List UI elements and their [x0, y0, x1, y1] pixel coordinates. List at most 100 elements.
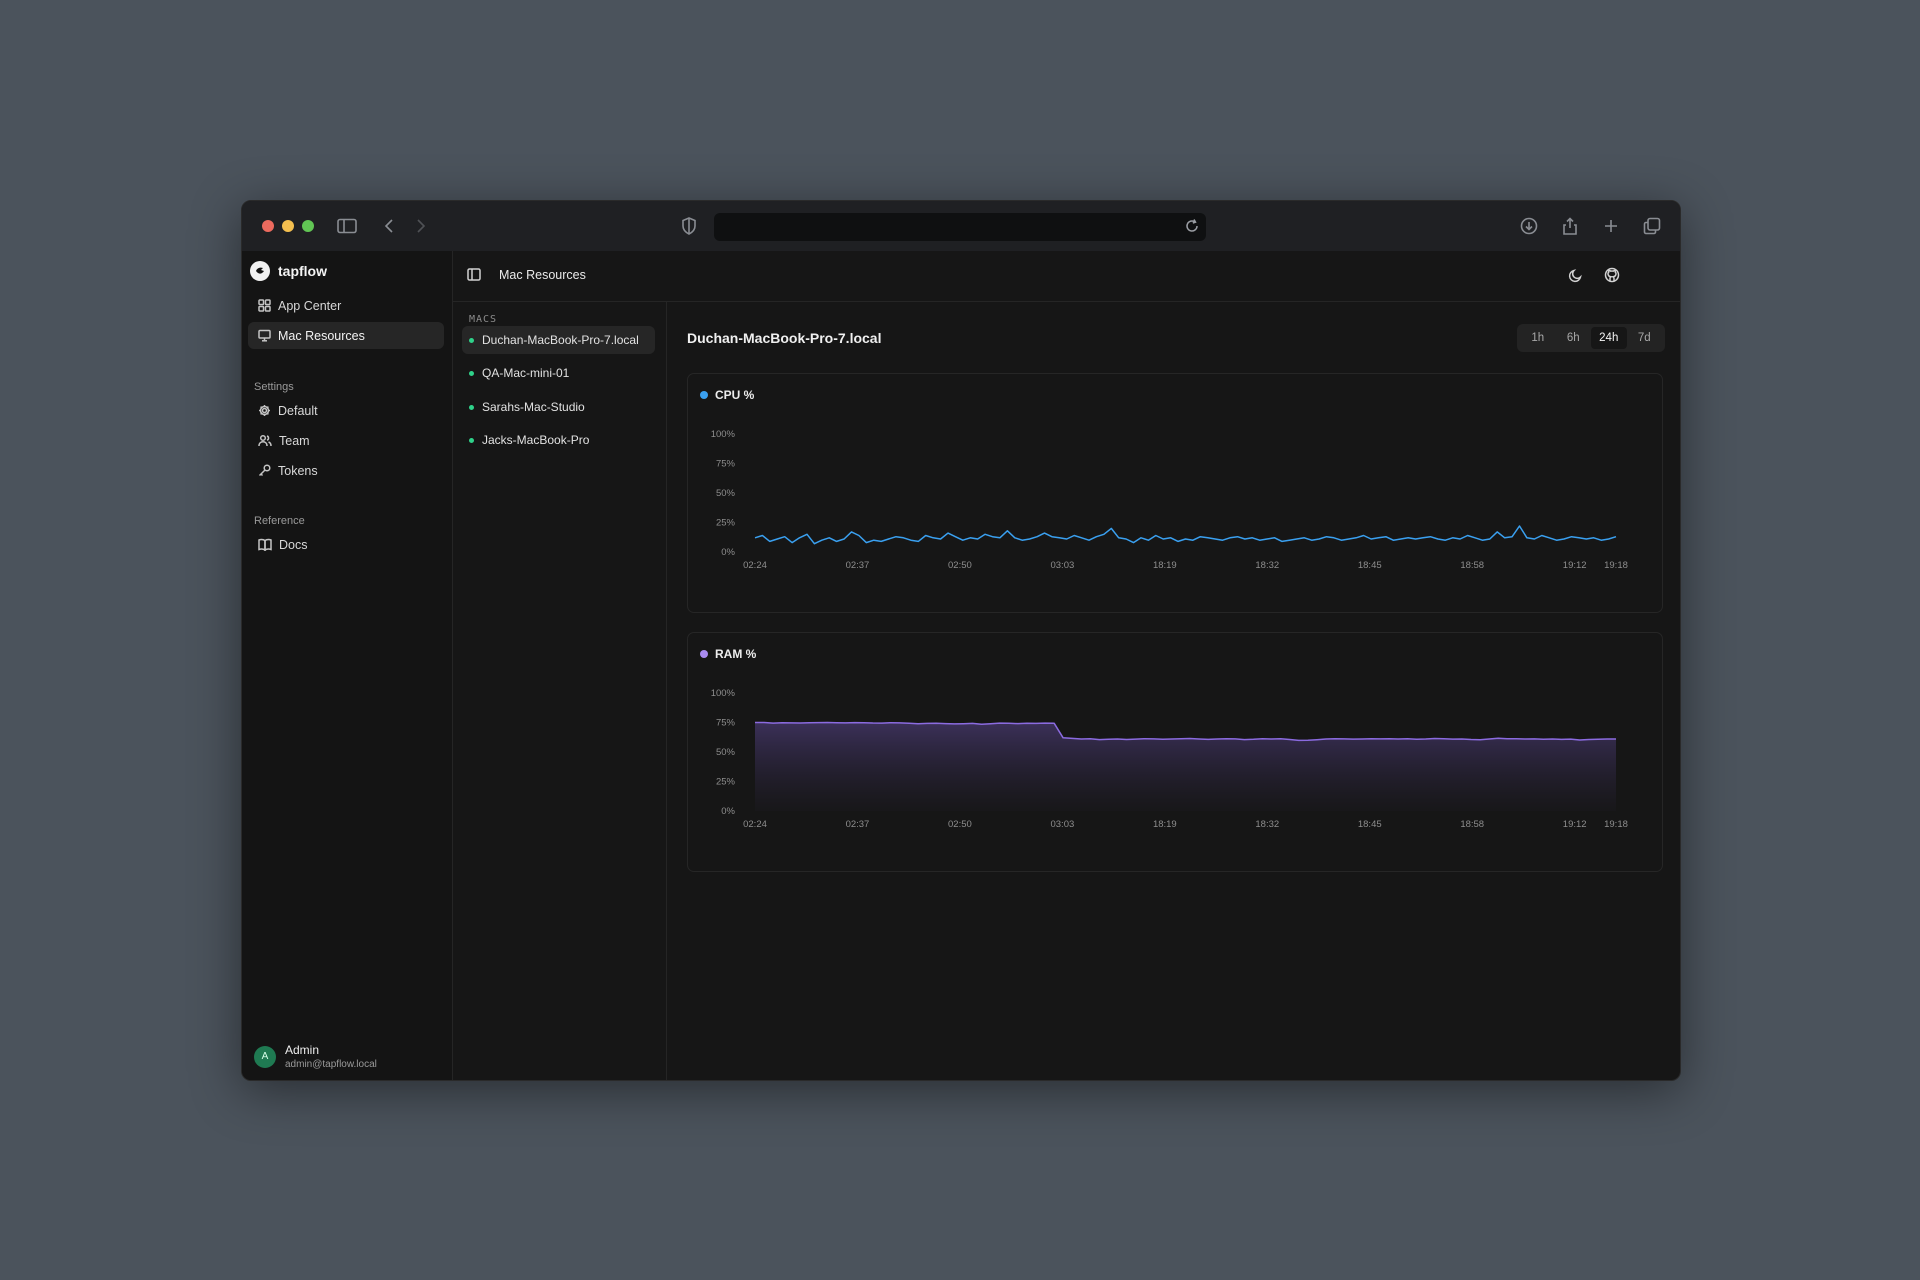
gear-icon [259, 405, 270, 416]
mac-name: Sarahs-Mac-Studio [482, 400, 585, 414]
window-controls [262, 220, 314, 232]
key-icon [258, 464, 271, 477]
x-tick-label: 18:45 [1358, 819, 1382, 830]
browser-toolbar [242, 201, 1680, 252]
y-tick-label: 100% [711, 429, 736, 440]
cpu-series-line [754, 525, 1617, 545]
x-tick-label: 19:18 [1604, 560, 1628, 571]
github-icon[interactable] [1604, 267, 1620, 288]
x-tick-label: 18:32 [1255, 819, 1279, 830]
sidebar-item-docs[interactable]: Docs [248, 531, 444, 558]
sidebar-item-label: App Center [278, 298, 342, 313]
moon-icon[interactable] [1568, 267, 1584, 288]
page-title: Mac Resources [499, 268, 586, 282]
user-profile[interactable]: A Admin admin@tapflow.local [254, 1043, 377, 1070]
brand-name: tapflow [278, 263, 327, 279]
panel-toggle-icon[interactable] [467, 268, 481, 286]
x-tick-label: 02:37 [846, 819, 870, 830]
x-tick-label: 18:58 [1460, 560, 1484, 571]
page-header: Mac Resources [453, 251, 1680, 302]
sidebar-item-tokens[interactable]: Tokens [248, 457, 444, 484]
main-content: Duchan-MacBook-Pro-7.local 1h 6h 24h 7d … [667, 302, 1680, 1080]
range-24h-button[interactable]: 24h [1591, 327, 1627, 349]
sidebar-item-default[interactable]: Default [248, 397, 444, 424]
mac-item-qa-mac-mini-01[interactable]: QA-Mac-mini-01 [462, 359, 655, 387]
download-icon[interactable] [1518, 215, 1540, 237]
macs-section-label: MACS [469, 314, 498, 325]
reference-section-label: Reference [254, 515, 305, 527]
users-icon [258, 434, 272, 447]
user-name: Admin [285, 1043, 320, 1057]
x-tick-label: 02:24 [743, 560, 767, 571]
monitor-icon [258, 329, 271, 342]
x-tick-label: 02:37 [846, 560, 870, 571]
x-tick-label: 18:19 [1153, 560, 1177, 571]
ram-chart: 100% 75% 50% 25% 0% 02:24 02:37 02:50 03:03 18:19… [711, 688, 1628, 830]
sidebar-item-app-center[interactable]: App Center [248, 292, 444, 319]
mac-name: Jacks-MacBook-Pro [482, 433, 590, 447]
range-7d-button[interactable]: 7d [1627, 327, 1663, 349]
y-tick-label: 25% [716, 518, 736, 529]
tapflow-logo-icon [250, 261, 270, 281]
x-tick-label: 03:03 [1050, 560, 1074, 571]
host-title: Duchan-MacBook-Pro-7.local [687, 330, 882, 346]
sidebar-toggle-icon[interactable] [336, 215, 358, 237]
y-tick-label: 50% [716, 488, 736, 499]
app-sidebar: tapflow App Center Mac Resources Setting… [242, 251, 453, 1080]
sidebar-item-label: Team [279, 433, 310, 448]
time-range-selector: 1h 6h 24h 7d [1517, 324, 1665, 352]
x-tick-label: 18:45 [1358, 560, 1382, 571]
zoom-window-button[interactable] [302, 220, 314, 232]
online-status-icon [469, 404, 474, 410]
shield-icon[interactable] [678, 215, 700, 237]
range-6h-button[interactable]: 6h [1556, 327, 1592, 349]
online-status-icon [469, 337, 474, 343]
y-tick-label: 0% [721, 806, 735, 817]
x-tick-label: 02:24 [743, 819, 767, 830]
y-tick-label: 75% [716, 459, 736, 470]
x-tick-label: 02:50 [948, 819, 972, 830]
mac-name: Duchan-MacBook-Pro-7.local [482, 333, 639, 347]
plus-icon[interactable] [1600, 215, 1622, 237]
settings-section-label: Settings [254, 381, 294, 393]
reload-icon[interactable] [1184, 218, 1200, 239]
y-tick-label: 75% [716, 718, 736, 729]
x-tick-label: 19:12 [1563, 560, 1587, 571]
x-tick-label: 18:58 [1460, 819, 1484, 830]
x-tick-label: 19:18 [1604, 819, 1628, 830]
cpu-chart: 100% 75% 50% 25% 0% 02:24 02:37 02:50 03:03 18:19… [711, 429, 1628, 571]
y-tick-label: 50% [716, 747, 736, 758]
online-status-icon [469, 370, 474, 376]
user-email: admin@tapflow.local [285, 1059, 377, 1070]
grid-icon [258, 299, 271, 312]
x-tick-label: 18:19 [1153, 819, 1177, 830]
ram-chart-card: RAM % 100% 75% 50% 25% 0% 02:24 02:37 02:50 03:0… [687, 632, 1663, 872]
forward-icon[interactable] [410, 215, 432, 237]
minimize-window-button[interactable] [282, 220, 294, 232]
tabs-icon[interactable] [1641, 215, 1663, 237]
x-tick-label: 02:50 [948, 560, 972, 571]
range-1h-button[interactable]: 1h [1520, 327, 1556, 349]
brand[interactable]: tapflow [250, 261, 327, 281]
sidebar-item-label: Mac Resources [278, 328, 365, 343]
sidebar-item-label: Docs [279, 537, 308, 552]
sidebar-item-team[interactable]: Team [248, 427, 444, 454]
cpu-chart-card: CPU % 100% 75% 50% 25% 0% 02:24 02:37 02:50 03:0… [687, 373, 1663, 613]
y-tick-label: 25% [716, 777, 736, 788]
share-icon[interactable] [1559, 215, 1581, 237]
back-icon[interactable] [378, 215, 400, 237]
mac-item-jacks-macbook-pro[interactable]: Jacks-MacBook-Pro [462, 426, 655, 454]
y-tick-label: 0% [721, 547, 735, 558]
address-bar[interactable] [714, 213, 1206, 241]
online-status-icon [469, 437, 474, 443]
macs-panel: MACS Duchan-MacBook-Pro-7.local QA-Mac-m… [453, 302, 667, 1080]
sidebar-item-label: Tokens [278, 463, 318, 478]
x-tick-label: 03:03 [1050, 819, 1074, 830]
mac-item-duchan-macbook-pro-7[interactable]: Duchan-MacBook-Pro-7.local [462, 326, 655, 354]
close-window-button[interactable] [262, 220, 274, 232]
mac-item-sarahs-mac-studio[interactable]: Sarahs-Mac-Studio [462, 393, 655, 421]
book-icon [258, 538, 272, 551]
mac-name: QA-Mac-mini-01 [482, 366, 570, 380]
sidebar-item-mac-resources[interactable]: Mac Resources [248, 322, 444, 349]
sidebar-item-label: Default [278, 403, 318, 418]
